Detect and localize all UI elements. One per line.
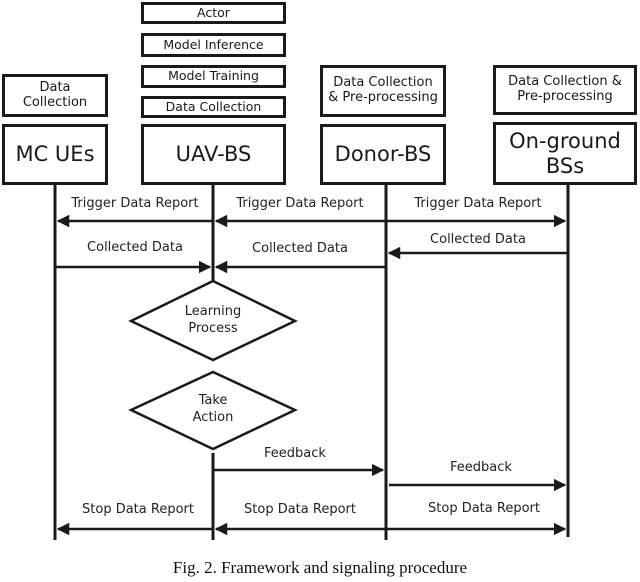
label-feedback-1: Feedback: [264, 446, 326, 461]
sequence-lines: [53, 185, 570, 540]
learning-line-2: Process: [188, 321, 238, 336]
label-stop-2: Stop Data Report: [244, 502, 356, 517]
label-feedback-2: Feedback: [450, 460, 512, 475]
label-trigger-3: Trigger Data Report: [414, 196, 542, 211]
label-collected-1: Collected Data: [87, 240, 183, 255]
action-line-1: Take: [198, 393, 228, 409]
label-stop-3: Stop Data Report: [428, 501, 540, 516]
learning-process-text: Learning Process: [185, 304, 241, 338]
action-line-2: Action: [192, 410, 234, 425]
learning-line-1: Learning: [184, 304, 242, 320]
take-action-text: Take Action: [193, 393, 234, 427]
label-trigger-2: Trigger Data Report: [236, 196, 364, 211]
label-collected-2: Collected Data: [252, 241, 348, 256]
label-collected-3: Collected Data: [430, 232, 526, 247]
label-trigger-1: Trigger Data Report: [71, 196, 199, 211]
figure-caption: Fig. 2. Framework and signaling procedur…: [172, 558, 468, 577]
label-stop-1: Stop Data Report: [82, 502, 194, 517]
